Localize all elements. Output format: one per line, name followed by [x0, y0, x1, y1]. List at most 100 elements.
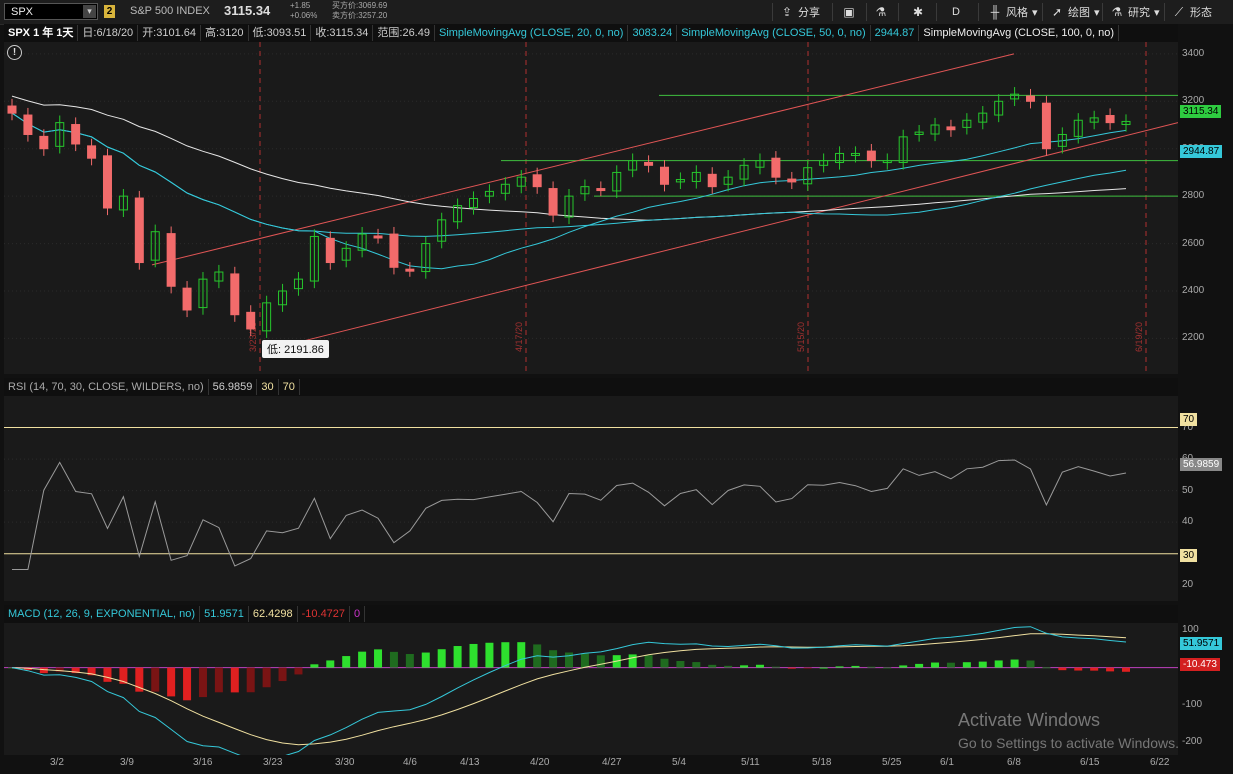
flask-icon: ⚗: [1111, 5, 1123, 19]
date-axis-label: 4/13: [460, 757, 480, 768]
bar-range: 范围:26.49: [373, 25, 435, 41]
chart-settings-button[interactable]: ▣: [842, 2, 856, 22]
last-price: 3115.34: [224, 3, 271, 18]
drawing-button[interactable]: ➚ 绘图 ▾: [1050, 2, 1100, 22]
studies-button[interactable]: ⚗ 研究 ▾: [1110, 2, 1160, 22]
rsi-axis-label: 40: [1182, 516, 1194, 528]
bar-date: 日:6/18/20: [78, 25, 139, 41]
rsi-axis-label: 20: [1182, 579, 1194, 591]
macd-histogram-bar: [946, 662, 955, 668]
period-marker-label: 5/15/20: [796, 322, 806, 352]
macd-histogram-bar: [230, 667, 239, 693]
rsi-chart[interactable]: [4, 396, 1178, 601]
macd-histogram-bar: [342, 656, 351, 668]
macd-axis: 1000-100-200: [1178, 605, 1233, 755]
bar-low: 低:3093.51: [249, 25, 312, 41]
candle-body: [39, 135, 49, 150]
macd-histogram-bar: [262, 667, 271, 688]
macd-histogram-bar: [374, 649, 383, 668]
macd-histogram-bar: [39, 667, 48, 674]
macd-histogram-bar: [803, 667, 812, 669]
candle-body: [373, 235, 383, 239]
rsi-header: RSI (14, 70, 30, CLOSE, WILDERS, no) 56.…: [4, 378, 1178, 396]
rsi-oversold: 30: [257, 379, 279, 395]
macd-histogram-bar: [580, 653, 589, 668]
macd-histogram-bar: [740, 665, 749, 668]
date-axis-label: 5/25: [882, 757, 902, 768]
period-button[interactable]: D: [952, 2, 960, 22]
symbol-description: S&P 500 INDEX: [130, 5, 210, 17]
chevron-down-icon: ▾: [1032, 6, 1038, 19]
candle-body: [246, 311, 256, 330]
macd-histogram-bar: [1058, 667, 1067, 671]
macd-zero: 0: [350, 606, 366, 622]
period-marker-label: 4/17/20: [514, 322, 524, 352]
gear-button[interactable]: ✱: [911, 2, 925, 22]
macd-histogram-bar: [1106, 667, 1115, 672]
macd-histogram-bar: [915, 663, 924, 668]
rsi-label[interactable]: RSI (14, 70, 30, CLOSE, WILDERS, no): [4, 379, 209, 395]
date-axis-label: 3/16: [193, 757, 213, 768]
macd-axis-label: -100: [1182, 698, 1203, 710]
date-axis-label: 3/2: [50, 757, 64, 768]
candle-body: [102, 155, 112, 209]
sma20-label[interactable]: SimpleMovingAvg (CLOSE, 20, 0, no): [435, 25, 629, 41]
price-chart[interactable]: 3/23/20 4/17/20 5/15/20 6/19/20: [4, 42, 1178, 374]
candle-body: [87, 145, 97, 159]
rsi-axis-label: 50: [1182, 484, 1194, 496]
macd-histogram-bar: [978, 661, 987, 668]
macd-label[interactable]: MACD (12, 26, 9, EXPONENTIAL, no): [4, 606, 201, 622]
macd-histogram-bar: [692, 662, 701, 668]
chevron-down-icon[interactable]: ▾: [83, 5, 96, 18]
flask-icon: ⚗: [875, 5, 887, 19]
macd-histogram-bar: [755, 664, 764, 668]
flask-button[interactable]: ⚗: [874, 2, 888, 22]
link-badge[interactable]: 2: [104, 5, 115, 18]
macd-histogram-bar: [994, 660, 1003, 668]
macd-histogram-bar: [294, 667, 303, 675]
sma50-label[interactable]: SimpleMovingAvg (CLOSE, 50, 0, no): [677, 25, 871, 41]
date-axis: 3/2 3/9 3/16 3/23 3/30 4/6 4/13 4/20 4/27 5/4 5/11…: [4, 755, 1233, 774]
macd-histogram-bar: [1090, 667, 1099, 671]
date-axis-label: 6/1: [940, 757, 954, 768]
bar-open: 开:3101.64: [138, 25, 202, 41]
cursor-icon: ➚: [1051, 5, 1063, 19]
macd-histogram-bar: [453, 646, 462, 668]
candle-body: [230, 273, 240, 316]
candle-body: [182, 287, 192, 311]
macd-histogram-bar: [1026, 660, 1035, 668]
macd-histogram-bar: [310, 664, 319, 668]
macd-histogram-bar: [103, 667, 112, 682]
top-toolbar: SPX ▾ 2 S&P 500 INDEX 3115.34 +1.85 +0.0…: [0, 0, 1233, 25]
candle-body: [134, 197, 144, 264]
date-axis-label: 4/27: [602, 757, 622, 768]
candlestick-icon: ╫: [990, 5, 1000, 19]
macd-histogram-bar: [501, 642, 510, 668]
date-axis-label: 5/4: [672, 757, 686, 768]
watermark-subtitle: Go to Settings to activate Windows.: [958, 735, 1179, 751]
last-price-tag: 3115.34: [1180, 105, 1222, 118]
price-axis: 3400320030002800260024002200: [1178, 24, 1233, 374]
price-axis-label: 2600: [1182, 237, 1205, 249]
chart-title: SPX 1 年 1天: [4, 25, 79, 41]
patterns-button[interactable]: ⟋ 形态: [1172, 2, 1212, 22]
macd-histogram-bar: [246, 667, 255, 693]
candle-body: [1041, 102, 1051, 150]
macd-histogram-bar: [1074, 667, 1083, 671]
style-button[interactable]: ╫ 风格 ▾: [988, 2, 1038, 22]
rsi-value-tag: 56.9859: [1180, 458, 1223, 471]
macd-histogram-bar: [851, 665, 860, 668]
price-axis-label: 2800: [1182, 190, 1205, 202]
symbol-selector[interactable]: SPX ▾: [4, 3, 98, 20]
share-icon: ⇪: [781, 5, 793, 19]
price-axis-label: 3400: [1182, 47, 1205, 59]
date-axis-label: 6/15: [1080, 757, 1100, 768]
date-axis-label: 4/6: [403, 757, 417, 768]
sma100-label[interactable]: SimpleMovingAvg (CLOSE, 100, 0, no): [919, 25, 1119, 41]
macd-histogram-bar: [485, 642, 494, 668]
ask-price: 卖方价:3257.20: [332, 11, 388, 20]
share-button[interactable]: ⇪ 分享: [780, 2, 820, 22]
date-axis-label: 5/11: [741, 757, 760, 768]
rsi-30-tag: 30: [1180, 549, 1198, 562]
date-axis-label: 6/8: [1007, 757, 1021, 768]
